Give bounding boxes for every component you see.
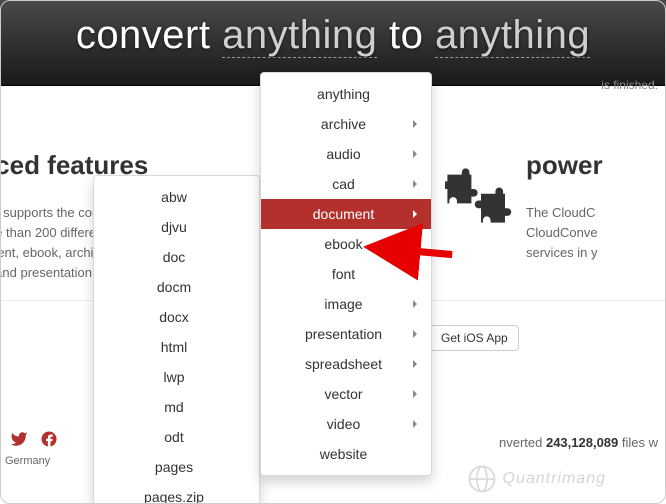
format-item-md[interactable]: md (94, 392, 259, 422)
format-item-lwp[interactable]: lwp (94, 362, 259, 392)
hero-prefix: convert (76, 13, 222, 57)
footer-location: Germany (5, 455, 50, 467)
files-count: 243,128,089 (546, 435, 618, 450)
right-text: The CloudC CloudConve services in y (526, 203, 666, 263)
format-item-djvu[interactable]: djvu (94, 212, 259, 242)
footer-stats: We have converted nverted 243,128,089 fi… (499, 435, 658, 450)
hero-title: convert anything to anything (76, 13, 590, 58)
format-item-pages-zip[interactable]: pages.zip (94, 482, 259, 504)
format-item-docm[interactable]: docm (94, 272, 259, 302)
format-item-odt[interactable]: odt (94, 422, 259, 452)
category-dropdown: anythingarchiveaudiocaddocumentebookfont… (260, 72, 432, 476)
format-item-doc[interactable]: doc (94, 242, 259, 272)
format-item-html[interactable]: html (94, 332, 259, 362)
category-item-vector[interactable]: vector (261, 379, 431, 409)
category-item-audio[interactable]: audio (261, 139, 431, 169)
category-item-document[interactable]: document (261, 199, 431, 229)
category-item-cad[interactable]: cad (261, 169, 431, 199)
right-column: power The CloudC CloudConve services in … (526, 150, 666, 276)
category-item-archive[interactable]: archive (261, 109, 431, 139)
from-type-dropdown-trigger[interactable]: anything (222, 13, 377, 58)
category-item-website[interactable]: website (261, 439, 431, 469)
footer-social (10, 430, 58, 453)
api-puzzle-icon (445, 165, 525, 240)
get-ios-app-button[interactable]: Get iOS App (430, 325, 519, 351)
format-submenu: abwdjvudocdocmdocxhtmllwpmdodtpagespages… (93, 175, 260, 504)
right-heading: power (526, 150, 666, 181)
category-item-presentation[interactable]: presentation (261, 319, 431, 349)
twitter-icon[interactable] (10, 430, 28, 453)
category-item-image[interactable]: image (261, 289, 431, 319)
facebook-icon[interactable] (40, 430, 58, 453)
format-item-abw[interactable]: abw (94, 182, 259, 212)
category-item-spreadsheet[interactable]: spreadsheet (261, 349, 431, 379)
format-item-docx[interactable]: docx (94, 302, 259, 332)
hero-middle: to (377, 13, 435, 57)
format-item-pages[interactable]: pages (94, 452, 259, 482)
category-item-font[interactable]: font (261, 259, 431, 289)
category-item-ebook[interactable]: ebook (261, 229, 431, 259)
category-item-anything[interactable]: anything (261, 79, 431, 109)
to-type-dropdown-trigger[interactable]: anything (435, 13, 590, 58)
category-item-video[interactable]: video (261, 409, 431, 439)
